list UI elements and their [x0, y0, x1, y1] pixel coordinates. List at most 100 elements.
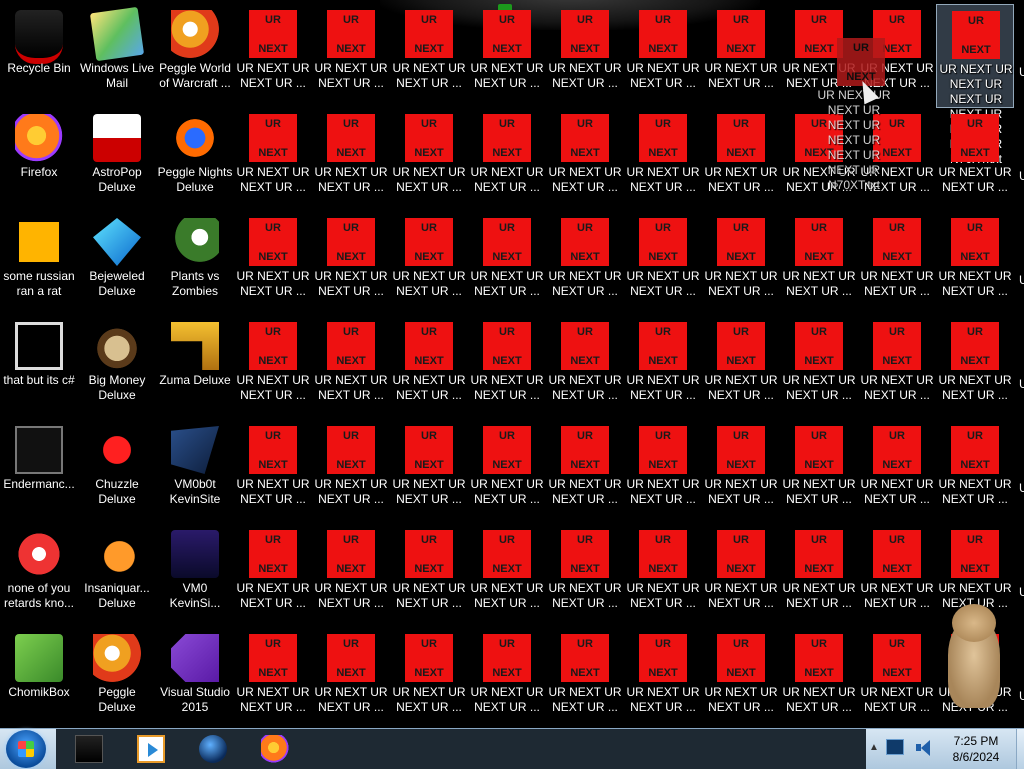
desktop-icon[interactable]: Zuma Deluxe: [156, 316, 234, 420]
ur-next-file-icon[interactable]: UR NEXT UR NEXT UR NEXT UR ...: [390, 524, 468, 628]
ur-next-file-icon[interactable]: UR NEXT UR NEXT UR NEXT UR ...: [546, 4, 624, 108]
ur-next-file-icon[interactable]: UR NEXT UR NEXT UR NEXT UR ...: [858, 628, 936, 728]
desktop-icon[interactable]: AstroPop Deluxe: [78, 108, 156, 212]
desktop-icon[interactable]: VM0 KevinSi...: [156, 524, 234, 628]
ur-next-file-icon[interactable]: UR NEXT UR NEXT UR NEXT UR ...: [312, 316, 390, 420]
ur-next-file-icon[interactable]: UR NEXT UR NEXT UR NEXT UR ...: [234, 420, 312, 524]
ur-next-file-icon[interactable]: UR NEXT UR NEXT UR NEXT UR ...: [624, 316, 702, 420]
ur-next-file-icon[interactable]: UR NEXT UR NEXT UR NEXT UR ...: [780, 316, 858, 420]
ur-next-file-icon[interactable]: UR NEXT UR NEXT UR NEXT UR ...: [312, 524, 390, 628]
ur-next-file-icon[interactable]: UR NEXT UR NEXT UR NEXT UR ...: [468, 316, 546, 420]
ur-next-file-icon[interactable]: UR NEXT UR NEXT UR NEXT UR ...: [858, 524, 936, 628]
ur-next-file-icon[interactable]: UR NEXT UR NEXT UR NEXT UR ...: [234, 524, 312, 628]
file-icon-top-text: UR: [343, 326, 359, 338]
ur-next-file-icon[interactable]: UR NEXT UR NEXT UR NEXT UR ...: [624, 108, 702, 212]
network-icon[interactable]: [886, 739, 904, 755]
ur-next-file-icon[interactable]: UR NEXT UR NEXT UR NEXT UR ...: [780, 628, 858, 728]
desktop-icon[interactable]: Peggle World of Warcraft ...: [156, 4, 234, 108]
ur-next-file-icon[interactable]: UR NEXT UR NEXT UR NEXT UR ...: [702, 628, 780, 728]
ur-next-file-icon[interactable]: UR NEXT UR NEXT UR NEXT UR ...: [390, 212, 468, 316]
ur-next-file-icon[interactable]: UR NEXT UR NEXT UR NEXT UR ...: [468, 4, 546, 108]
desktop-icon[interactable]: Visual Studio 2015: [156, 628, 234, 728]
taskbar-button[interactable]: [246, 732, 304, 766]
ur-next-file-icon[interactable]: UR NEXT UR NEXT UR NEXT UR ...: [624, 524, 702, 628]
ur-next-file-icon[interactable]: UR NEXT UR NEXT UR NEXT UR ...: [780, 420, 858, 524]
ur-next-file-icon[interactable]: UR NEXT UR NEXT UR NEXT UR ...: [936, 316, 1014, 420]
desktop-icon[interactable]: VM0b0t KevinSite: [156, 420, 234, 524]
ur-next-file-icon[interactable]: UR NEXT UR NEXT UR NEXT UR ...: [312, 212, 390, 316]
ur-next-file-icon[interactable]: UR NEXT UR NEXT UR NEXT UR ...: [468, 212, 546, 316]
desktop-icon[interactable]: none of you retards kno...: [0, 524, 78, 628]
hamster-gadget[interactable]: [938, 600, 1008, 710]
ur-next-file-icon[interactable]: UR NEXT UR NEXT UR NEXT UR ...: [858, 316, 936, 420]
ur-next-file-icon[interactable]: UR NEXT UR NEXT UR NEXT UR ...: [312, 628, 390, 728]
desktop-icon[interactable]: Big Money Deluxe: [78, 316, 156, 420]
ur-next-file-icon[interactable]: UR NEXT UR NEXT UR NEXT UR ...: [546, 108, 624, 212]
ur-next-file-icon[interactable]: UR NEXT UR NEXT UR NEXT UR ...: [234, 108, 312, 212]
ur-next-file-icon[interactable]: UR NEXT UR NEXT UR NEXT UR ...: [390, 628, 468, 728]
desktop-icon[interactable]: that but its c#: [0, 316, 78, 420]
ur-next-file-icon[interactable]: UR NEXT UR NEXT UR NEXT UR ...: [702, 212, 780, 316]
desktop-icon[interactable]: ChomikBox: [0, 628, 78, 728]
volume-icon[interactable]: [914, 739, 932, 757]
desktop-icon[interactable]: Recycle Bin: [0, 4, 78, 108]
ur-next-file-icon[interactable]: UR NEXT UR NEXT UR NEXT UR ...: [702, 316, 780, 420]
ur-next-file-icon[interactable]: UR NEXT UR NEXT UR NEXT UR ...: [234, 212, 312, 316]
ur-next-file-icon[interactable]: UR NEXT UR NEXT UR NEXT UR ...: [468, 628, 546, 728]
ur-next-file-icon[interactable]: UR NEXT UR NEXT UR NEXT UR ...: [234, 316, 312, 420]
desktop-icon[interactable]: Insaniquar... Deluxe: [78, 524, 156, 628]
zuma-icon: [171, 322, 219, 370]
ur-next-file-icon[interactable]: UR NEXT UR NEXT UR NEXT UR ...: [312, 108, 390, 212]
desktop-icon[interactable]: Firefox: [0, 108, 78, 212]
ur-next-file-icon[interactable]: UR NEXT UR NEXT UR NEXT UR ...: [936, 108, 1014, 212]
ur-next-file-icon[interactable]: UR NEXT UR NEXT UR NEXT UR ...: [702, 108, 780, 212]
ur-next-file-icon[interactable]: UR NEXT UR NEXT UR NEXT UR ...: [546, 628, 624, 728]
ur-next-file-icon[interactable]: UR NEXT UR NEXT UR NEXT UR ...: [468, 524, 546, 628]
desktop-icon[interactable]: Peggle Nights Deluxe: [156, 108, 234, 212]
ur-next-file-icon[interactable]: UR NEXT UR NEXT UR NEXT UR ...: [312, 4, 390, 108]
ur-next-file-icon[interactable]: UR NEXT UR NEXT UR NEXT UR ...: [702, 420, 780, 524]
desktop[interactable]: Recycle Bin Windows Live Mail Peggle World…: [0, 0, 1024, 728]
ur-next-file-icon[interactable]: UR NEXT UR NEXT UR NEXT UR ...: [624, 212, 702, 316]
desktop-icon[interactable]: Chuzzle Deluxe: [78, 420, 156, 524]
ur-next-file-icon[interactable]: UR NEXT UR NEXT UR NEXT UR ...: [624, 628, 702, 728]
desktop-icon[interactable]: Endermanc...: [0, 420, 78, 524]
ur-next-file-icon[interactable]: UR NEXT UR NEXT UR NEXT UR ...: [936, 212, 1014, 316]
ur-next-file-icon[interactable]: UR NEXT UR NEXT UR NEXT UR ...: [780, 524, 858, 628]
desktop-icon[interactable]: Plants vs Zombies: [156, 212, 234, 316]
desktop-icon[interactable]: some russian ran a rat: [0, 212, 78, 316]
ur-next-file-icon[interactable]: UR NEXT UR NEXT UR NEXT UR ...: [546, 420, 624, 524]
ur-next-file-icon[interactable]: UR NEXT UR NEXT UR NEXT UR ...: [624, 420, 702, 524]
taskbar-button[interactable]: [60, 732, 118, 766]
taskbar-button[interactable]: [184, 732, 242, 766]
ur-next-file-icon[interactable]: URNEXTUR NEXT UR NEXT UR NEXT UR NEXT UR…: [936, 4, 1014, 166]
ur-next-file-icon[interactable]: UR NEXT UR NEXT UR NEXT UR ...: [624, 4, 702, 108]
ur-next-file-icon[interactable]: UR NEXT UR NEXT UR NEXT UR ...: [936, 420, 1014, 524]
ur-next-file-icon[interactable]: UR NEXT UR NEXT UR NEXT UR ...: [234, 628, 312, 728]
ur-next-file-icon[interactable]: UR NEXT UR NEXT UR NEXT UR ...: [858, 420, 936, 524]
desktop-icon[interactable]: Windows Live Mail: [78, 4, 156, 108]
show-hidden-icons-button[interactable]: ▲: [868, 741, 880, 755]
ur-next-file-icon[interactable]: UR NEXT UR NEXT UR NEXT UR ...: [546, 316, 624, 420]
ur-next-file-icon[interactable]: UR NEXT UR NEXT UR NEXT UR ...: [546, 212, 624, 316]
ur-next-file-icon[interactable]: UR NEXT UR NEXT UR NEXT UR ...: [234, 4, 312, 108]
ur-next-file-icon[interactable]: UR NEXT UR NEXT UR NEXT UR ...: [858, 212, 936, 316]
ur-next-file-icon[interactable]: UR NEXT UR NEXT UR NEXT UR ...: [390, 420, 468, 524]
file-icon-top-text: UR: [265, 638, 281, 650]
ur-next-file-icon[interactable]: UR NEXT UR NEXT UR NEXT UR ...: [702, 524, 780, 628]
desktop-icon[interactable]: Peggle Deluxe: [78, 628, 156, 728]
taskbar-button[interactable]: [122, 732, 180, 766]
ur-next-file-icon[interactable]: UR NEXT UR NEXT UR NEXT UR ...: [312, 420, 390, 524]
ur-next-file-icon[interactable]: UR NEXT UR NEXT UR NEXT UR ...: [780, 212, 858, 316]
show-desktop-button[interactable]: [1016, 729, 1024, 769]
desktop-icon[interactable]: Bejeweled Deluxe: [78, 212, 156, 316]
start-button[interactable]: [6, 730, 46, 768]
ur-next-file-icon[interactable]: UR NEXT UR NEXT UR NEXT UR ...: [468, 108, 546, 212]
ur-next-file-icon[interactable]: UR NEXT UR NEXT UR NEXT UR ...: [390, 4, 468, 108]
clock[interactable]: 7:25 PM 8/6/2024: [936, 733, 1016, 765]
ur-next-file-icon[interactable]: UR NEXT UR NEXT UR NEXT UR ...: [546, 524, 624, 628]
ur-next-file-icon[interactable]: UR NEXT UR NEXT UR NEXT UR ...: [468, 420, 546, 524]
ur-next-file-icon[interactable]: UR NEXT UR NEXT UR NEXT UR ...: [702, 4, 780, 108]
ur-next-file-icon[interactable]: UR NEXT UR NEXT UR NEXT UR ...: [390, 316, 468, 420]
ur-next-file-icon[interactable]: UR NEXT UR NEXT UR NEXT UR ...: [390, 108, 468, 212]
